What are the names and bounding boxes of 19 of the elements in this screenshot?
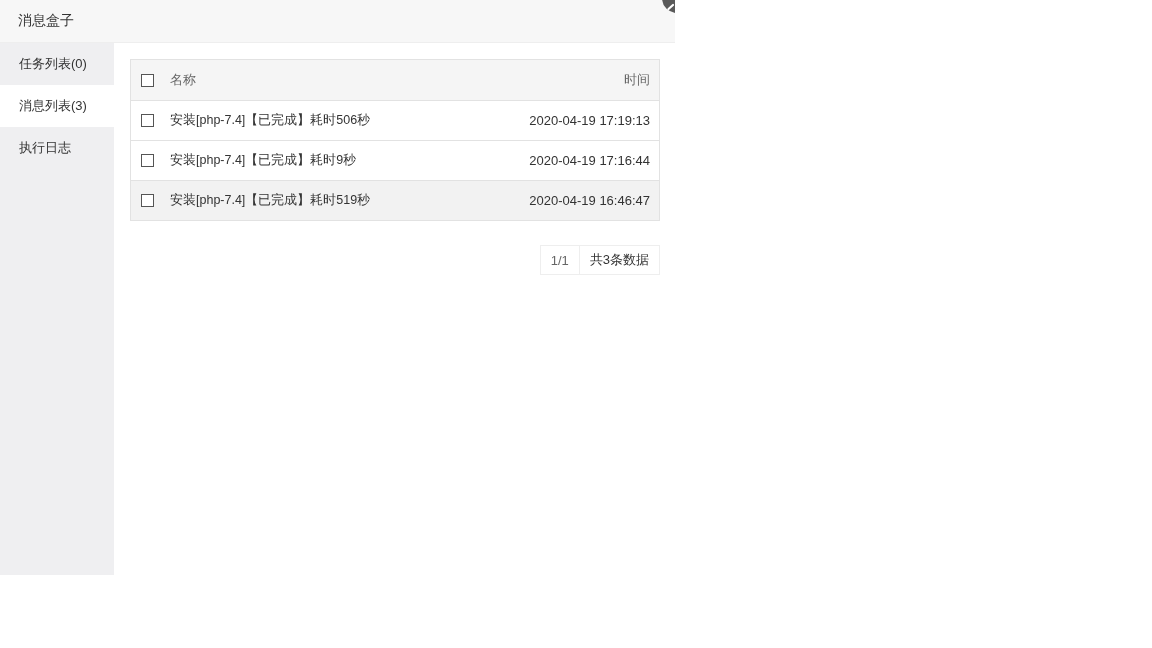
table-cell: 2020-04-19 17:19:13 <box>529 113 650 128</box>
dialog-title: 消息盒子 <box>18 12 74 30</box>
checkbox[interactable] <box>141 194 154 207</box>
total-count: 共3条数据 <box>578 245 660 275</box>
column-header: 名称 <box>170 71 197 89</box>
sidebar-tab[interactable]: 执行日志 <box>0 127 114 169</box>
table-cell-text: 安装[php-7.4]【已完成】耗时9秒 <box>170 152 358 169</box>
checkbox[interactable] <box>141 73 154 87</box>
page-indicator: 1/1 <box>539 245 580 275</box>
table-cell-text: 安装[php-7.4]【已完成】耗时506秒 <box>170 112 372 129</box>
close-icon[interactable] <box>661 0 675 14</box>
sidebar-tab[interactable]: 消息列表(3) <box>0 85 114 127</box>
table-cell: 2020-04-19 16:46:47 <box>529 193 650 208</box>
sidebar-tab[interactable]: 任务列表(0) <box>0 43 114 85</box>
checkbox[interactable] <box>141 154 154 167</box>
table-cell: 2020-04-19 17:16:44 <box>529 153 650 168</box>
checkbox[interactable] <box>141 114 154 127</box>
table-cell-text: 安装[php-7.4]【已完成】耗时519秒 <box>170 192 372 209</box>
column-header: 时间 <box>624 71 650 89</box>
